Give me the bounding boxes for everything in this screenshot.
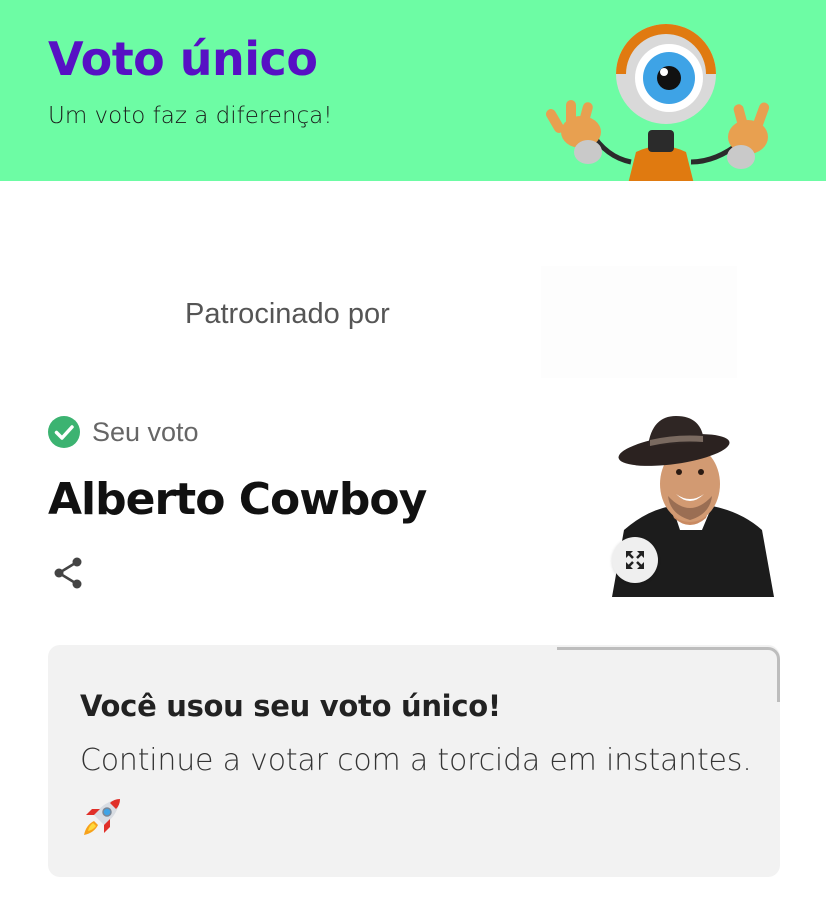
vote-status: Seu voto: [48, 416, 199, 448]
sponsor-logo: [541, 266, 737, 378]
share-icon[interactable]: [50, 555, 86, 591]
card-corner-border: [557, 647, 780, 702]
sponsor-label: Patrocinado por: [185, 298, 390, 330]
rocket-icon: [84, 799, 120, 835]
page-title: Voto único: [48, 32, 318, 86]
expand-icon: [626, 551, 644, 569]
expand-photo-button[interactable]: [612, 537, 658, 583]
vote-status-label: Seu voto: [92, 416, 199, 447]
eye-robot-mascot-icon: [546, 24, 770, 181]
vote-used-notice: Você usou seu voto único! Continue a vot…: [48, 645, 780, 877]
notice-message: Continue a votar com a torcida em instan…: [80, 743, 752, 778]
candidate-name: Alberto Cowboy: [48, 474, 427, 525]
check-circle-icon: [48, 416, 80, 448]
notice-title: Você usou seu voto único!: [80, 689, 501, 723]
page-subtitle: Um voto faz a diferença!: [48, 103, 333, 129]
header-banner: Voto único Um voto faz a diferença!: [0, 0, 826, 181]
